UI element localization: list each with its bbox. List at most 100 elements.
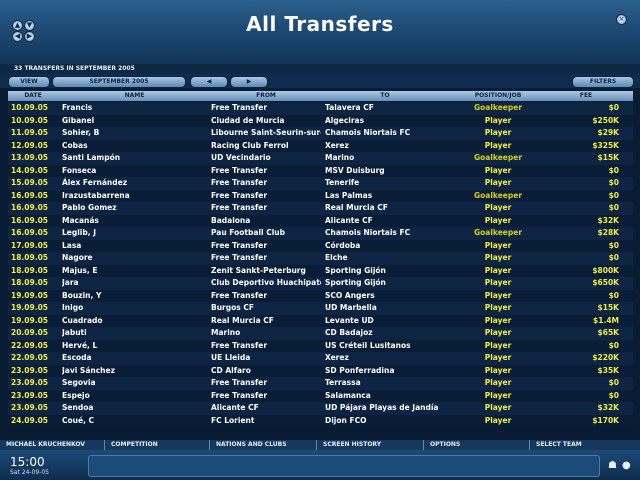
row-name[interactable]: Álex Fernández <box>62 177 207 190</box>
table-row[interactable]: 14.09.05 Fonseca Free Transfer MSV Duisburg… <box>8 164 633 178</box>
row-name[interactable]: Leglib, J <box>62 227 207 240</box>
row-name[interactable]: Bouzin, Y <box>62 290 207 303</box>
row-name[interactable]: Hervé, L <box>62 340 207 353</box>
row-to[interactable]: UD Pájara Playas de Jandía <box>325 402 445 415</box>
table-row[interactable]: 10.09.05 Gibanel Ciudad de Murcia Algeciras… <box>8 114 633 128</box>
table-row[interactable]: 15.09.05 Álex Fernández Free Transfer Tener… <box>8 177 633 190</box>
row-to[interactable]: Talavera CF <box>325 102 445 115</box>
table-row[interactable]: 18.09.05 Jara Club Deportivo Huachipato Spo… <box>8 277 633 290</box>
row-from[interactable]: Badalona <box>211 215 321 228</box>
table-row[interactable]: 18.09.05 Majus, E Zenit Sankt-Peterburg Spo… <box>8 264 633 278</box>
col-to[interactable]: TO <box>325 91 445 101</box>
row-name[interactable]: Pablo Gomez <box>62 202 207 215</box>
filters-button[interactable]: FILTERS <box>572 76 634 88</box>
row-name[interactable]: Francis <box>62 102 207 115</box>
row-to[interactable]: CD Badajoz <box>325 327 445 340</box>
row-to[interactable]: Tenerife <box>325 177 445 190</box>
tab-manager[interactable]: MICHAEL KRUCHENKOV <box>0 440 105 450</box>
col-fee[interactable]: FEE <box>553 91 619 101</box>
row-to[interactable]: Chamois Niortais FC <box>325 227 445 240</box>
row-name[interactable]: Gibanel <box>62 115 207 128</box>
prev-month-button[interactable]: ◀ <box>190 76 228 88</box>
table-row[interactable]: 16.09.05 Macanás Badalona Alicante CF Player… <box>8 214 633 228</box>
row-from[interactable]: Free Transfer <box>211 202 321 215</box>
table-row[interactable]: 24.09.05 Coué, C FC Lorient Dijon FCO Player… <box>8 414 633 427</box>
row-to[interactable]: Levante UD <box>325 315 445 328</box>
row-name[interactable]: Cuadrado <box>62 315 207 328</box>
table-row[interactable]: 18.09.05 Nagore Free Transfer Elche Player $0 <box>8 252 633 265</box>
row-name[interactable]: Segovia <box>62 377 207 390</box>
shirt-icon[interactable]: ☗ <box>608 460 617 471</box>
row-from[interactable]: Free Transfer <box>211 165 321 178</box>
row-from[interactable]: FC Lorient <box>211 415 321 427</box>
row-from[interactable]: Racing Club Ferrol <box>211 140 321 153</box>
row-to[interactable]: Algeciras <box>325 115 445 128</box>
row-to[interactable]: SCO Angers <box>325 290 445 303</box>
row-to[interactable]: US Créteil Lusitanos <box>325 340 445 353</box>
row-from[interactable]: Burgos CF <box>211 302 321 315</box>
row-to[interactable]: Terrassa <box>325 377 445 390</box>
col-position[interactable]: POSITION/JOB <box>448 91 548 101</box>
row-from[interactable]: UE Lleida <box>211 352 321 365</box>
col-date[interactable]: DATE <box>8 91 58 101</box>
table-row[interactable]: 23.09.05 Sendoa Alicante CF UD Pájara Playa… <box>8 402 633 415</box>
table-row[interactable]: 23.09.05 Espejo Free Transfer Salamanca Play… <box>8 389 633 403</box>
row-from[interactable]: Marino <box>211 327 321 340</box>
close-icon[interactable]: × <box>616 14 627 25</box>
row-from[interactable]: Free Transfer <box>211 190 321 203</box>
row-to[interactable]: Las Palmas <box>325 190 445 203</box>
ball-icon[interactable]: ● <box>622 460 631 471</box>
tab-nations-clubs[interactable]: NATIONS AND CLUBS <box>210 440 317 450</box>
row-name[interactable]: Lasa <box>62 240 207 253</box>
row-name[interactable]: Inigo <box>62 302 207 315</box>
month-select[interactable]: SEPTEMBER 2005 <box>52 76 186 88</box>
row-name[interactable]: Irazustabarrena <box>62 190 207 203</box>
next-month-button[interactable]: ▶ <box>230 76 268 88</box>
row-from[interactable]: Free Transfer <box>211 177 321 190</box>
row-to[interactable]: Salamanca <box>325 390 445 403</box>
col-from[interactable]: FROM <box>211 91 321 101</box>
tab-select-team[interactable]: SELECT TEAM <box>530 440 640 450</box>
table-row[interactable]: 16.09.05 Irazustabarrena Free Transfer Las … <box>8 189 633 203</box>
row-from[interactable]: Ciudad de Murcia <box>211 115 321 128</box>
row-name[interactable]: Escoda <box>62 352 207 365</box>
row-to[interactable]: Elche <box>325 252 445 265</box>
table-row[interactable]: 11.09.05 Sohier, B Libourne Saint-Seurin-s… <box>8 127 633 140</box>
row-name[interactable]: Majus, E <box>62 265 207 278</box>
row-to[interactable]: Córdoba <box>325 240 445 253</box>
tab-competition[interactable]: COMPETITION <box>105 440 210 450</box>
row-to[interactable]: Sporting Gijón <box>325 277 445 290</box>
row-from[interactable]: Free Transfer <box>211 390 321 403</box>
table-row[interactable]: 20.09.05 Jabuti Marino CD Badajoz Player $65K <box>8 327 633 340</box>
row-name[interactable]: Cobas <box>62 140 207 153</box>
row-to[interactable]: MSV Duisburg <box>325 165 445 178</box>
row-name[interactable]: Nagore <box>62 252 207 265</box>
row-to[interactable]: Dijon FCO <box>325 415 445 427</box>
row-from[interactable]: Club Deportivo Huachipato <box>211 277 321 290</box>
table-row[interactable]: 19.09.05 Cuadrado Real Murcia CF Levante UD… <box>8 314 633 328</box>
row-to[interactable]: Xerez <box>325 352 445 365</box>
table-row[interactable]: 12.09.05 Cobas Racing Club Ferrol Xerez Play… <box>8 139 633 153</box>
tab-options[interactable]: OPTIONS <box>424 440 530 450</box>
row-from[interactable]: Free Transfer <box>211 340 321 353</box>
table-row[interactable]: 19.09.05 Inigo Burgos CF UD Marbella Player $… <box>8 302 633 315</box>
table-row[interactable]: 23.09.05 Javi Sánchez CD Alfaro SD Ponferra… <box>8 364 633 378</box>
row-name[interactable]: Fonseca <box>62 165 207 178</box>
table-row[interactable]: 17.09.05 Lasa Free Transfer Córdoba Player $0 <box>8 239 633 253</box>
row-name[interactable]: Jara <box>62 277 207 290</box>
table-row[interactable]: 13.09.05 Santi Lampón UD Vecindario Marino G… <box>8 152 633 165</box>
row-from[interactable]: Real Murcia CF <box>211 315 321 328</box>
table-row[interactable]: 10.09.05 Francis Free Transfer Talavera CF G… <box>8 102 633 115</box>
table-row[interactable]: 16.09.05 Leglib, J Pau Football Club Chamoi… <box>8 227 633 240</box>
row-to[interactable]: SD Ponferradina <box>325 365 445 378</box>
row-to[interactable]: UD Marbella <box>325 302 445 315</box>
table-row[interactable]: 19.09.05 Bouzin, Y Free Transfer SCO Angers… <box>8 289 633 303</box>
tab-screen-history[interactable]: SCREEN HISTORY <box>317 440 424 450</box>
row-name[interactable]: Sohier, B <box>62 127 207 140</box>
col-name[interactable]: NAME <box>62 91 207 101</box>
row-name[interactable]: Coué, C <box>62 415 207 427</box>
row-name[interactable]: Javi Sánchez <box>62 365 207 378</box>
table-row[interactable]: 23.09.05 Segovia Free Transfer Terrassa Play… <box>8 377 633 390</box>
row-from[interactable]: Free Transfer <box>211 240 321 253</box>
continue-bar[interactable] <box>88 455 600 477</box>
